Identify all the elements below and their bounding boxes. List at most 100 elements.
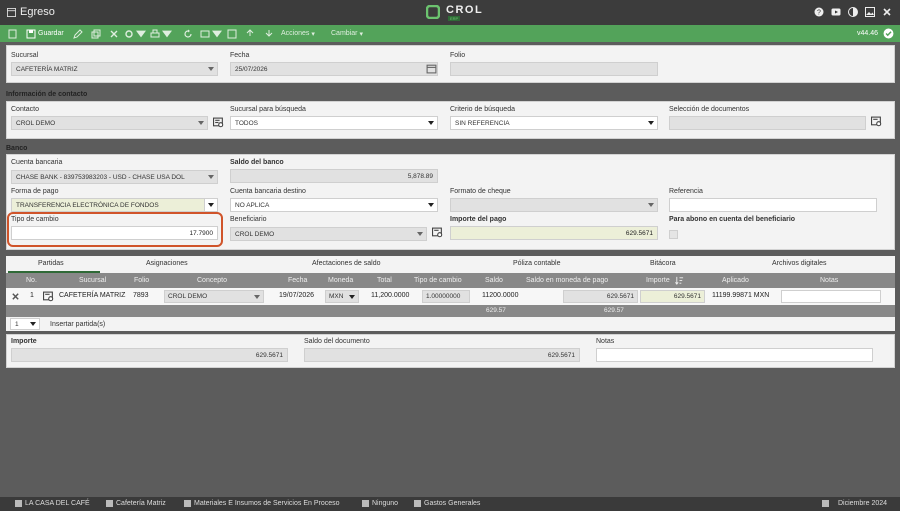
total-saldo-moneda: 629.57 [604, 307, 624, 314]
col-importe[interactable]: Importe [646, 277, 670, 284]
cell-fecha: 19/07/2026 [279, 292, 315, 299]
print-icon[interactable] [150, 28, 172, 39]
cell-moneda[interactable]: MXN [325, 290, 359, 303]
col-saldo[interactable]: Saldo [485, 277, 503, 284]
summary-saldo-label: Saldo del documento [304, 338, 370, 345]
status-period[interactable]: Diciembre 2024 [822, 500, 887, 507]
status-category[interactable]: Materiales E Insumos de Servicios En Pro… [184, 500, 340, 507]
search-documents-icon[interactable] [871, 116, 882, 127]
cell-notas[interactable] [781, 290, 881, 303]
col-moneda[interactable]: Moneda [328, 277, 353, 284]
criterio-select[interactable]: SIN REFERENCIA [450, 116, 658, 130]
abono-label: Para abono en cuenta del beneficiario [669, 216, 796, 223]
col-notas[interactable]: Notas [820, 277, 838, 284]
status-company[interactable]: LA CASA DEL CAFÉ [15, 500, 90, 507]
seleccion-field[interactable] [669, 116, 866, 130]
settings-icon[interactable] [124, 28, 146, 39]
refresh-icon[interactable] [183, 28, 193, 39]
importe-pago-field[interactable]: 629.5671 [450, 226, 658, 240]
abono-checkbox[interactable] [669, 230, 678, 239]
col-folio[interactable]: Folio [134, 277, 149, 284]
video-icon[interactable] [830, 6, 841, 17]
folder-icon [414, 500, 421, 507]
chevron-down-icon [648, 121, 654, 125]
col-concepto[interactable]: Concepto [197, 277, 227, 284]
cambiar-menu[interactable]: Cambiar ▾ [331, 28, 363, 39]
acciones-menu[interactable]: Acciones ▾ [281, 28, 315, 39]
status-branch[interactable]: Cafetería Matriz [106, 500, 166, 507]
upload-icon[interactable] [245, 28, 255, 39]
highlight-box [7, 212, 223, 247]
beneficiario-select[interactable]: CROL DEMO [230, 227, 427, 241]
tab-asignaciones[interactable]: Asignaciones [146, 260, 188, 267]
saldo-banco-label: Saldo del banco [230, 159, 284, 166]
tab-poliza[interactable]: Póliza contable [513, 260, 560, 267]
col-no[interactable]: No. [26, 277, 37, 284]
cell-importe[interactable]: 629.5671 [640, 290, 705, 303]
fecha-field[interactable]: 25/07/2026 [230, 62, 438, 76]
col-aplicado[interactable]: Aplicado [722, 277, 749, 284]
svg-text:?: ? [817, 9, 821, 16]
store-icon [106, 500, 113, 507]
edit-icon[interactable] [73, 28, 83, 39]
search-beneficiary-icon[interactable] [432, 227, 443, 238]
summary-saldo-field: 629.5671 [304, 348, 580, 362]
help-icon[interactable]: ? [813, 6, 824, 17]
search-row-icon[interactable] [43, 291, 54, 302]
folio-field[interactable] [450, 62, 658, 76]
cell-sucursal: CAFETERÍA MATRIZ [59, 292, 126, 299]
delete-row-icon[interactable] [11, 292, 20, 301]
tab-bitacora[interactable]: Bitácora [650, 260, 676, 267]
cell-tipo-cambio[interactable]: 1.00000000 [422, 290, 470, 303]
search-contact-icon[interactable] [213, 117, 224, 128]
link-icon[interactable] [200, 28, 222, 39]
chevron-down-icon [208, 175, 214, 179]
export-icon[interactable] [227, 28, 237, 39]
close-icon[interactable] [881, 6, 892, 17]
cancel-icon[interactable] [109, 28, 119, 39]
cuenta-select[interactable]: CHASE BANK - 839753983203 - USD - CHASE … [11, 170, 218, 184]
col-tipo-cambio[interactable]: Tipo de cambio [414, 277, 462, 284]
tag-icon [362, 500, 369, 507]
status-none[interactable]: Ninguno [362, 500, 398, 507]
cuenta-destino-select[interactable]: NO APLICA [230, 198, 438, 212]
sort-icon[interactable] [675, 276, 684, 285]
download-icon[interactable] [264, 28, 274, 39]
status-expenses[interactable]: Gastos Generales [414, 500, 480, 507]
totals-row: 629.57 629.57 [6, 305, 895, 317]
new-doc-icon[interactable] [8, 28, 18, 39]
forma-pago-select[interactable]: TRANSFERENCIA ELECTRÓNICA DE FONDOS [11, 198, 218, 212]
status-bar: LA CASA DEL CAFÉ Cafetería Matriz Materi… [0, 497, 900, 511]
summary-notas-field[interactable] [596, 348, 873, 362]
formato-cheque-select[interactable] [450, 198, 658, 212]
calendar-icon[interactable] [426, 63, 437, 74]
image-icon[interactable] [864, 6, 875, 17]
importe-pago-label: Importe del pago [450, 216, 507, 223]
col-total[interactable]: Total [377, 277, 392, 284]
tab-archivos[interactable]: Archivos digitales [772, 260, 826, 267]
save-button[interactable]: Guardar [26, 28, 64, 39]
theme-icon[interactable] [847, 6, 858, 17]
check-icon[interactable] [883, 28, 894, 39]
col-fecha[interactable]: Fecha [288, 277, 307, 284]
insert-rows-button[interactable]: Insertar partida(s) [50, 321, 105, 328]
criterio-label: Criterio de búsqueda [450, 106, 515, 113]
cuenta-destino-label: Cuenta bancaria destino [230, 188, 306, 195]
referencia-field[interactable] [669, 198, 877, 212]
tab-partidas[interactable]: Partidas [38, 260, 64, 267]
sucursal-select[interactable]: CAFETERÍA MATRIZ [11, 62, 218, 76]
sucursal-busqueda-select[interactable]: TODOS [230, 116, 438, 130]
tab-afectaciones[interactable]: Afectaciones de saldo [312, 260, 381, 267]
duplicate-icon[interactable] [91, 28, 101, 39]
table-header: No. Sucursal Folio Concepto Fecha Moneda… [6, 273, 895, 288]
cuenta-label: Cuenta bancaria [11, 159, 63, 166]
col-sucursal[interactable]: Sucursal [79, 277, 106, 284]
col-saldo-moneda[interactable]: Saldo en moneda de pago [526, 277, 608, 284]
cell-saldo-moneda: 629.5671 [563, 290, 638, 303]
insert-count-select[interactable]: 1 [10, 318, 40, 330]
tab-bar: Partidas Asignaciones Afectaciones de sa… [6, 256, 895, 273]
save-label: Guardar [38, 30, 64, 37]
chevron-down-icon [428, 203, 434, 207]
cell-concepto[interactable]: CROL DEMO [164, 290, 264, 303]
contacto-select[interactable]: CROL DEMO [11, 116, 208, 130]
